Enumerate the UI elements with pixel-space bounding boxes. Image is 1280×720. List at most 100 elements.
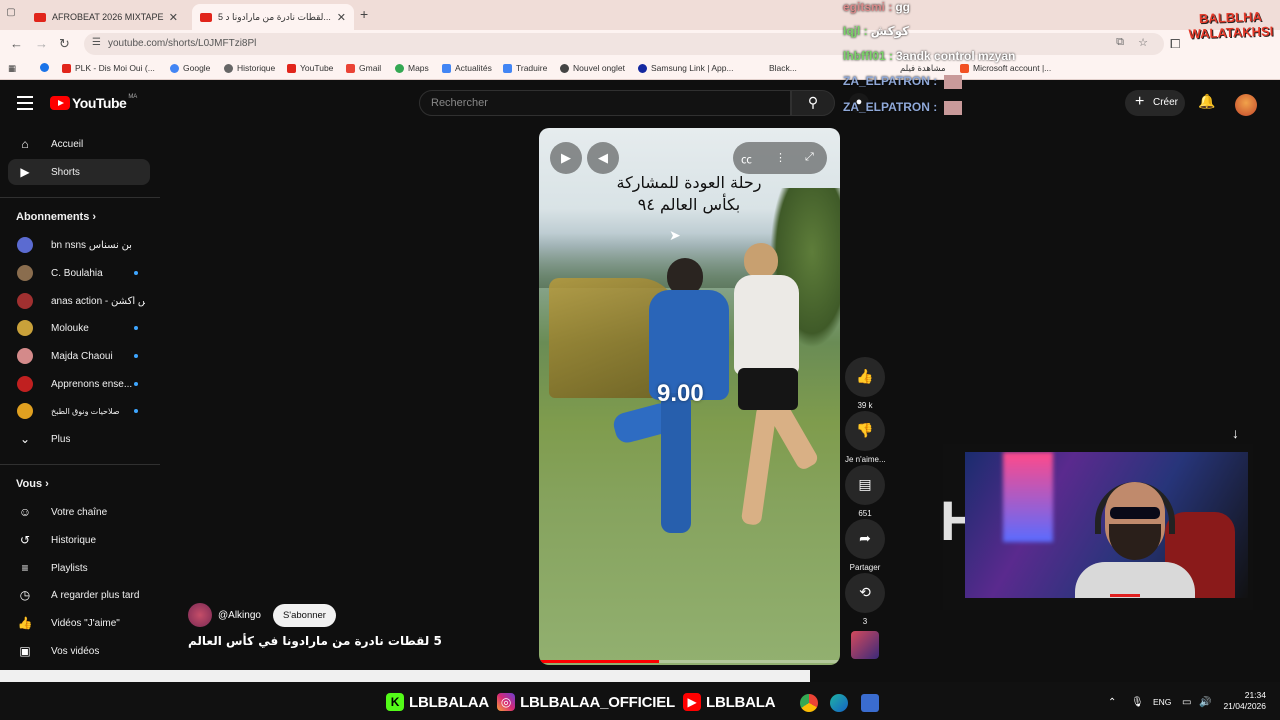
emote-icon	[944, 100, 963, 115]
sidebar-item-your-channel[interactable]: ☺ Votre chaîne	[8, 499, 150, 525]
shorts-player[interactable]: ▶ ◀ ㏄ ⋮ ⤢ رحلة العودة للمشاركة بكأس العا…	[539, 128, 840, 665]
language-indicator[interactable]: ENG	[1153, 697, 1171, 707]
sidebar-item-playlists[interactable]: ≡ Playlists	[8, 555, 150, 581]
bookmark-item[interactable]: Gmail	[346, 63, 381, 73]
bookmark-item[interactable]: Google	[170, 63, 210, 73]
close-tab-icon[interactable]: ✕	[169, 11, 178, 24]
horizontal-scrollbar[interactable]	[0, 670, 810, 682]
channel-avatar	[17, 376, 33, 392]
subscribe-button[interactable]: S'abonner	[272, 603, 336, 627]
apps-icon[interactable]: ▦	[8, 63, 16, 74]
sidebar-item-history[interactable]: ↺ Historique	[8, 527, 150, 553]
arrow-down-icon[interactable]: ↓	[1232, 425, 1239, 441]
bookmark-item[interactable]: PLK - Dis Moi Oui (...	[62, 63, 155, 73]
reload-icon[interactable]: ↻	[59, 36, 70, 52]
divider	[0, 197, 160, 198]
emote-icon	[944, 74, 963, 89]
bookmark-item[interactable]: Maps	[395, 63, 429, 73]
sidebar-item-subscription[interactable]: Apprenons ense...	[8, 371, 150, 397]
like-action[interactable]: 👍 39 k	[845, 357, 885, 410]
install-icon[interactable]: ⧉	[1116, 36, 1124, 49]
dislike-action[interactable]: 👎 Je n'aime...	[845, 411, 886, 464]
channel-handle[interactable]: @Alkingo	[218, 610, 261, 621]
sidebar-item-liked-videos[interactable]: 👍 Vidéos "J'aime"	[8, 610, 150, 636]
bell-icon[interactable]: 🔔	[1198, 93, 1215, 110]
chrome-icon[interactable]	[800, 694, 818, 712]
sidebar-item-subscription[interactable]: bn nsns بن نسناس	[8, 232, 150, 258]
bookmark-item[interactable]: Actualités	[442, 63, 492, 73]
bookmark-item[interactable]: Microsoft account |...	[960, 63, 1051, 73]
fullscreen-icon[interactable]: ⤢	[805, 151, 814, 164]
subscriptions-heading[interactable]: Abonnements ›	[16, 211, 96, 223]
sidebar-item-shorts[interactable]: ▶ Shorts	[8, 159, 150, 185]
progress-bar[interactable]	[539, 660, 840, 663]
search-button[interactable]: ⚲	[791, 90, 835, 116]
sidebar-item-watch-later[interactable]: ◷ À regarder plus tard	[8, 582, 150, 608]
sidebar-item-subscription[interactable]: Molouke	[8, 315, 150, 341]
country-code: MA	[128, 94, 138, 100]
chevron-right-icon: ›	[92, 211, 97, 223]
bookmark-item[interactable]: Nouvel onglet	[560, 63, 625, 73]
browser-tab-afrobeat[interactable]: AFROBEAT 2026 MIXTAPE | AMA ✕	[26, 4, 186, 30]
sidebar-item-your-videos[interactable]: ▣ Vos vidéos	[8, 638, 150, 664]
network-icon[interactable]: ▭	[1182, 697, 1191, 708]
edge-icon[interactable]	[830, 694, 848, 712]
bookmark-item[interactable]: Black...	[769, 63, 797, 73]
bookmark-item[interactable]: مشاهدة فيلم	[900, 63, 946, 74]
bookmark-item[interactable]: Samsung Link | App...	[638, 63, 734, 73]
youtube-logo[interactable]: YouTube MA	[50, 94, 138, 111]
bookmark-item[interactable]: YouTube	[287, 63, 333, 73]
sidebar-item-more[interactable]: ⌄ Plus	[8, 426, 150, 452]
progress-fill	[539, 660, 660, 663]
volume-button[interactable]: ◀	[587, 142, 619, 174]
comment-count: 651	[858, 509, 872, 518]
avatar[interactable]	[1235, 94, 1257, 116]
forward-icon[interactable]: →	[35, 36, 48, 51]
bookmark-item[interactable]: Traduire	[503, 63, 547, 73]
sidebar-item-subscription[interactable]: صلاحيات ونوق الطبخ	[8, 398, 150, 424]
create-button[interactable]: + Créer	[1125, 90, 1185, 116]
player-controls: ㏄ ⋮ ⤢	[733, 142, 827, 174]
chevron-up-icon[interactable]: ⌃	[1108, 697, 1116, 708]
new-content-dot	[134, 382, 138, 386]
comments-action[interactable]: ▤ 651	[845, 465, 885, 518]
bookmark-star-icon[interactable]: ☆	[1138, 36, 1148, 49]
play-icon: ▶	[561, 150, 571, 165]
bookmark-generic-icon[interactable]	[40, 63, 53, 72]
bookmark-item[interactable]: Historique	[224, 63, 275, 73]
menu-icon[interactable]	[17, 96, 33, 110]
chat-message: lhbffl01 :3andk control mzyan	[843, 49, 1016, 63]
you-heading[interactable]: Vous ›	[16, 478, 49, 490]
home-icon: ⌂	[21, 137, 29, 151]
play-button[interactable]: ▶	[550, 142, 582, 174]
captions-icon[interactable]: ㏄	[741, 151, 752, 167]
more-options-icon[interactable]: ⋮	[775, 151, 786, 164]
tab-menu-icon[interactable]: ▢	[4, 7, 18, 21]
share-icon: ➦	[845, 519, 885, 559]
microphone-icon[interactable]: 🎙	[1131, 697, 1144, 708]
app-icon[interactable]	[861, 694, 879, 712]
sidebar-item-home[interactable]: ⌂ Accueil	[8, 131, 150, 157]
back-icon[interactable]: ←	[10, 36, 23, 51]
sidebar-item-subscription[interactable]: Majda Chaoui	[8, 343, 150, 369]
share-action[interactable]: ➦ Partager	[845, 519, 885, 572]
channel-avatar[interactable]	[188, 603, 212, 627]
thumbs-down-icon: 👎	[845, 411, 885, 451]
close-tab-icon[interactable]: ✕	[337, 11, 346, 24]
dislike-label: Je n'aime...	[845, 455, 886, 464]
sidebar-item-subscription[interactable]: anas action - انس أكشن	[8, 288, 150, 314]
speaker-icon[interactable]: 🔊	[1199, 697, 1211, 708]
new-tab-icon[interactable]: +	[360, 6, 368, 22]
system-clock[interactable]: 21:34 21/04/2026	[1214, 690, 1266, 712]
youtube-play-icon	[50, 96, 70, 110]
chat-message: Iqjl : كوكش	[843, 24, 910, 38]
sound-thumbnail[interactable]	[851, 631, 879, 659]
chat-message: ZA_ELPATRON :	[843, 74, 963, 89]
extensions-icon[interactable]: ⧠	[1170, 36, 1180, 52]
video-title[interactable]: 5 لقطات نادرة من مارادونا في كأس العالم	[188, 634, 442, 648]
sidebar-item-subscription[interactable]: C. Boulahia	[8, 260, 150, 286]
remix-action[interactable]: ⟲ 3	[845, 573, 885, 626]
site-info-icon[interactable]: ☰	[92, 37, 101, 48]
browser-tab-maradona[interactable]: 5 لقطات نادرة من مارادونا د... ✕	[192, 4, 354, 30]
search-input[interactable]: Rechercher	[419, 90, 791, 116]
